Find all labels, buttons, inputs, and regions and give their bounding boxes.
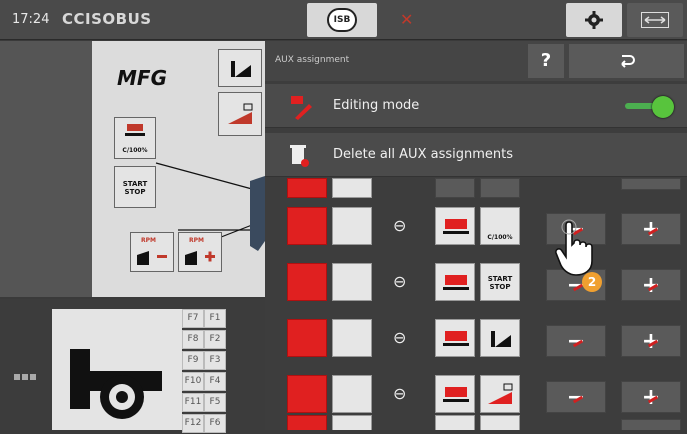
aux-func-partial-2[interactable] — [480, 178, 520, 198]
edit-mode-icon — [291, 96, 312, 120]
fkey-f7[interactable]: F7 — [182, 309, 204, 328]
aux-func-spreader[interactable] — [435, 319, 475, 357]
start-stop-label: START STOP — [487, 275, 513, 291]
link-icon: ⊖ — [393, 272, 407, 291]
aux-func-spreader[interactable] — [435, 263, 475, 301]
return-arrow-icon — [621, 55, 635, 68]
fkey-f4[interactable]: F4 — [204, 372, 226, 391]
swap-arrows-icon — [641, 12, 669, 28]
aux-input-red[interactable] — [287, 207, 327, 245]
help-button[interactable]: ? — [528, 44, 564, 78]
aux-header: AUX assignment ? — [265, 41, 687, 81]
aux-plus-button[interactable] — [621, 419, 681, 430]
aux-func-pto[interactable] — [480, 415, 520, 430]
isb-button[interactable]: ISB — [307, 3, 377, 37]
tractor-hitch-icon — [70, 349, 162, 419]
aux-row-3: ⊖ − + — [265, 313, 687, 369]
aux-row-2: ⊖ START STOP − + — [265, 257, 687, 313]
aux-input-joystick-partial[interactable] — [332, 178, 372, 198]
aux-input-red[interactable] — [287, 319, 327, 357]
step-badge: 2 — [582, 272, 602, 292]
pto-plus-icon — [185, 251, 215, 265]
aux-input-joystick[interactable] — [332, 263, 372, 301]
aux-row-1: ⊖ C/100% − + — [265, 201, 687, 257]
aux-input-red-partial[interactable] — [287, 178, 327, 198]
fkey-f10[interactable]: F10 — [182, 372, 204, 391]
editing-mode-row[interactable]: Editing mode — [265, 84, 687, 128]
tractor-display — [52, 309, 182, 430]
aux-func-ramp[interactable] — [480, 375, 520, 413]
aux-input-red[interactable] — [287, 263, 327, 301]
aux-input-red[interactable] — [287, 415, 327, 430]
delete-all-label: Delete all AUX assignments — [333, 147, 514, 162]
aux-func-boundary[interactable] — [480, 319, 520, 357]
link-icon: ⊖ — [393, 384, 407, 403]
aux-func-start-stop[interactable]: START STOP — [480, 263, 520, 301]
aux-func-c100[interactable]: C/100% — [480, 207, 520, 245]
status-bar: 17:24 CCISOBUS ISB ✕ — [0, 0, 687, 40]
spreader-icon — [443, 275, 469, 290]
link-icon: ⊖ — [393, 328, 407, 347]
aux-plus-partial[interactable] — [621, 178, 681, 190]
trash-icon — [290, 145, 309, 167]
spreader-icon — [443, 331, 469, 346]
softkey-rpm-minus[interactable]: RPM — [130, 232, 174, 272]
aux-row-5 — [265, 415, 687, 430]
rpm-minus-label: RPM — [141, 237, 156, 244]
swap-screens-button[interactable] — [627, 3, 683, 37]
fkey-f9[interactable]: F9 — [182, 351, 204, 370]
editing-mode-toggle[interactable] — [625, 96, 675, 118]
aux-input-joystick[interactable] — [332, 415, 372, 430]
aux-input-red[interactable] — [287, 375, 327, 413]
aux-plus-button[interactable]: + — [621, 213, 681, 245]
brand-logo: CCISOBUS — [62, 10, 152, 28]
aux-plus-button[interactable]: + — [621, 325, 681, 357]
fkey-f11[interactable]: F11 — [182, 393, 204, 412]
settings-button[interactable] — [566, 3, 622, 37]
clock: 17:24 — [12, 12, 50, 27]
gear-icon — [585, 11, 603, 29]
softkey-rpm-plus[interactable]: RPM — [178, 232, 222, 272]
aux-minus-button[interactable]: − — [546, 325, 606, 357]
fkey-f5[interactable]: F5 — [204, 393, 226, 412]
aux-minus-button[interactable]: − — [546, 381, 606, 413]
aux-func-spreader[interactable] — [435, 375, 475, 413]
link-icon: ⊖ — [393, 216, 407, 235]
isb-icon: ISB — [327, 8, 357, 32]
delete-all-row[interactable]: Delete all AUX assignments — [265, 133, 687, 177]
spreader-icon — [443, 219, 469, 234]
fkey-f3[interactable]: F3 — [204, 351, 226, 370]
fkey-f2[interactable]: F2 — [204, 330, 226, 349]
tools-crossed-icon: ✕ — [400, 10, 414, 29]
more-dots-icon[interactable] — [14, 365, 38, 384]
aux-input-joystick[interactable] — [332, 375, 372, 413]
spread-ramp-icon — [488, 383, 513, 404]
aux-func-spreader[interactable] — [435, 207, 475, 245]
aux-assignment-panel: AUX assignment ? Editing mode Delete all… — [265, 41, 687, 430]
rpm-plus-label: RPM — [189, 237, 204, 244]
pto-minus-icon — [137, 251, 167, 265]
fkey-f8[interactable]: F8 — [182, 330, 204, 349]
hand-pointer-icon — [555, 219, 593, 276]
fkey-f1[interactable]: F1 — [204, 309, 226, 328]
spreader-icon — [443, 387, 469, 402]
c100-label: C/100% — [487, 234, 513, 241]
boundary-spread-icon — [491, 331, 511, 347]
aux-plus-button[interactable]: + — [621, 269, 681, 301]
aux-func-partial-1[interactable] — [435, 178, 475, 198]
aux-input-joystick[interactable] — [332, 207, 372, 245]
aux-input-joystick[interactable] — [332, 319, 372, 357]
aux-title: AUX assignment — [275, 55, 350, 65]
aux-plus-button[interactable]: + — [621, 381, 681, 413]
aux-func-spreader[interactable] — [435, 415, 475, 430]
back-button[interactable] — [569, 44, 684, 78]
editing-mode-label: Editing mode — [333, 98, 420, 113]
